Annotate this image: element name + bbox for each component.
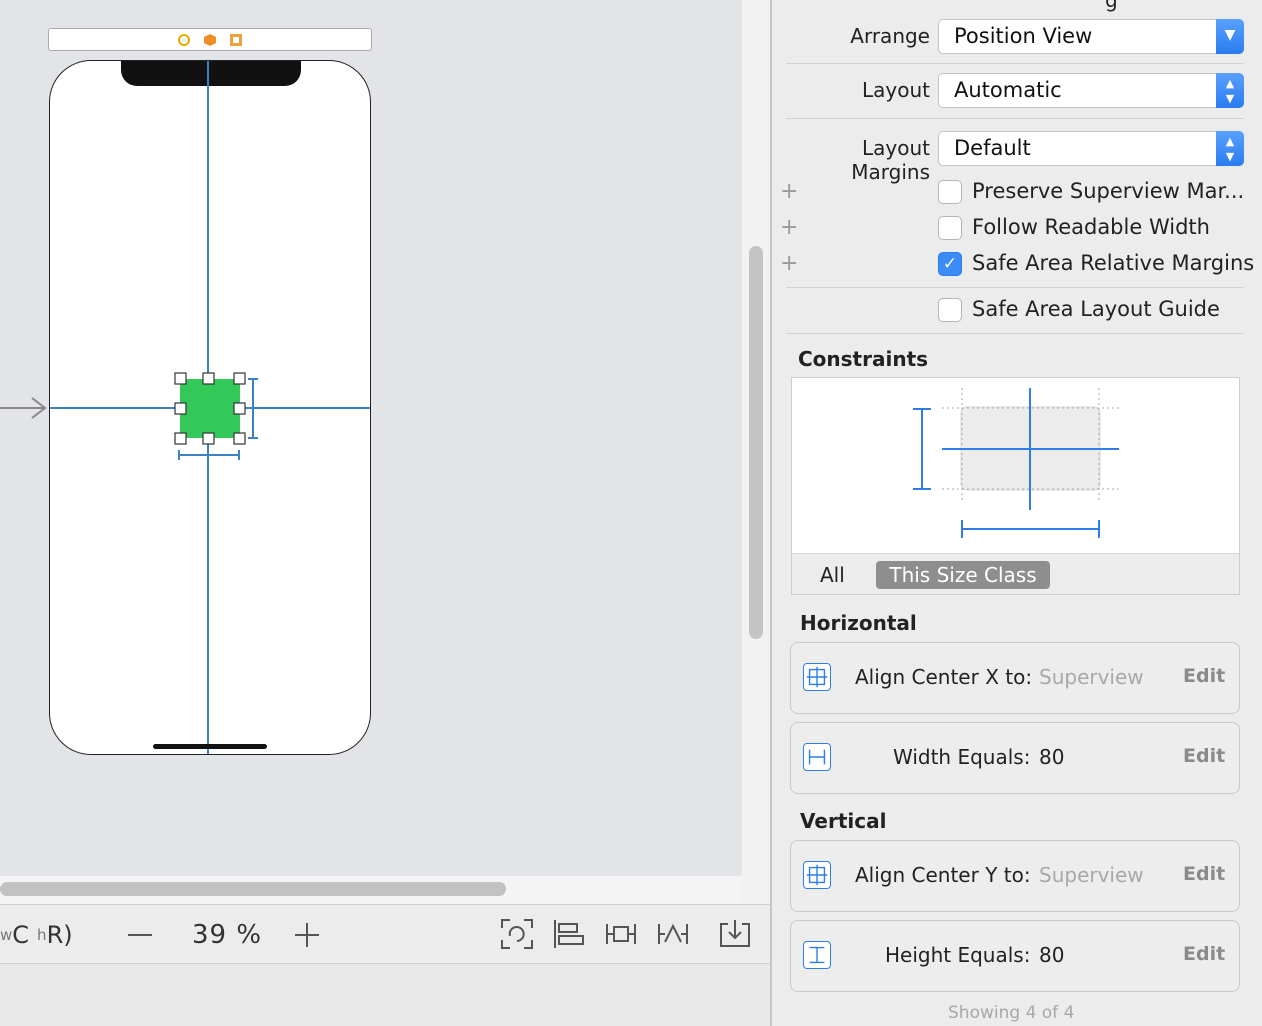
scene-dock[interactable] — [48, 28, 372, 51]
follow-readable-width-checkbox[interactable] — [938, 216, 962, 240]
constraints-count: Showing 4 of 4 — [948, 1003, 1075, 1023]
separator — [786, 287, 1244, 288]
layout-margins-popup[interactable]: Default ▲ ▼ — [938, 131, 1244, 166]
constraint-card-center-x[interactable]: Align Center X to: Superview Edit — [790, 642, 1240, 714]
layout-label: Layout — [862, 78, 930, 102]
constraint-label: Align Center X to: — [855, 665, 1033, 689]
edit-button[interactable]: Edit — [1183, 943, 1225, 965]
debug-area-placeholder — [0, 964, 770, 1026]
entry-point-arrow-icon — [0, 397, 47, 419]
add-constraints-icon[interactable] — [604, 918, 638, 950]
device-config-button[interactable]: w C h R) — [0, 915, 73, 955]
constraints-title: Constraints — [798, 347, 929, 371]
canvas-bottom-toolbar — [0, 904, 770, 964]
arrange-value: Position View — [954, 24, 1093, 48]
width-icon — [803, 743, 831, 771]
constraint-card-center-y[interactable]: Align Center Y to: Superview Edit — [790, 840, 1240, 912]
safe-area-layout-guide-label: Safe Area Layout Guide — [972, 297, 1220, 321]
preserve-superview-margins-checkbox[interactable] — [938, 180, 962, 204]
add-variation-plus-icon[interactable]: + — [780, 215, 798, 240]
plus-icon — [295, 923, 319, 947]
size-class-w: w — [0, 926, 13, 944]
follow-readable-width-label: Follow Readable Width — [972, 215, 1210, 239]
tab-all[interactable]: All — [820, 561, 845, 589]
add-variation-plus-icon[interactable]: + — [780, 251, 798, 276]
view-controller-icon[interactable] — [177, 33, 191, 47]
chevron-down-icon: ▼ — [1216, 19, 1244, 54]
center-x-icon — [803, 663, 831, 691]
safe-area-layout-guide-checkbox[interactable] — [938, 298, 962, 322]
exit-icon[interactable] — [229, 33, 243, 47]
embed-in-icon[interactable] — [718, 918, 752, 950]
minus-icon — [128, 934, 152, 936]
safe-area-relative-margins-label: Safe Area Relative Margins — [972, 251, 1255, 275]
selected-green-view[interactable] — [180, 379, 240, 438]
refresh-layout-icon[interactable] — [500, 918, 534, 950]
zoom-in-button[interactable] — [293, 915, 321, 955]
add-variation-plus-icon[interactable]: + — [780, 179, 798, 204]
vertical-scrollbar[interactable] — [749, 246, 763, 639]
constraint-value: Superview — [1039, 863, 1144, 887]
arrange-label: Arrange — [850, 24, 930, 48]
size-class-r: R) — [46, 921, 73, 949]
iphone-scene-frame[interactable] — [49, 60, 371, 755]
zoom-out-button[interactable] — [126, 915, 154, 955]
layout-margins-value: Default — [954, 136, 1031, 160]
constraint-value: 80 — [1039, 745, 1065, 769]
constraint-label: Height Equals: — [885, 943, 1031, 967]
layout-margins-label: Layout Margins — [851, 136, 930, 184]
vertical-title: Vertical — [800, 809, 887, 833]
layout-popup[interactable]: Automatic ▲ ▼ — [938, 73, 1244, 108]
stepper-arrows-icon: ▲ ▼ — [1216, 131, 1244, 166]
zoom-level: 39 % — [192, 920, 263, 950]
edit-button[interactable]: Edit — [1183, 745, 1225, 767]
separator — [786, 118, 1244, 119]
resolve-issues-icon[interactable] — [656, 918, 690, 950]
layout-value: Automatic — [954, 78, 1062, 102]
cut-off-heading: g — [1105, 0, 1118, 12]
center-y-icon — [803, 861, 831, 889]
layout-guides — [50, 61, 370, 754]
home-indicator — [153, 744, 267, 749]
height-icon — [803, 941, 831, 969]
constraint-label: Align Center Y to: — [855, 863, 1031, 887]
align-icon[interactable] — [552, 918, 586, 950]
tab-this-size-class[interactable]: This Size Class — [876, 561, 1050, 589]
constraint-value: 80 — [1039, 943, 1065, 967]
size-class-c: C — [12, 921, 30, 949]
edit-button[interactable]: Edit — [1183, 665, 1225, 687]
constraint-label: Width Equals: — [893, 745, 1031, 769]
safe-area-relative-margins-checkbox[interactable]: ✓ — [938, 252, 962, 276]
horizontal-title: Horizontal — [800, 611, 917, 635]
edit-button[interactable]: Edit — [1183, 863, 1225, 885]
stepper-arrows-icon: ▲ ▼ — [1216, 73, 1244, 108]
horizontal-scrollbar[interactable] — [0, 882, 506, 896]
size-class-h: h — [37, 926, 47, 944]
constraint-card-width[interactable]: Width Equals: 80 Edit — [790, 722, 1240, 794]
separator — [786, 333, 1244, 334]
constraint-card-height[interactable]: Height Equals: 80 Edit — [790, 920, 1240, 992]
constraint-value: Superview — [1039, 665, 1144, 689]
constraints-preview — [913, 388, 1122, 538]
separator — [786, 63, 1244, 64]
first-responder-icon[interactable] — [203, 33, 217, 47]
arrange-popup[interactable]: Position View ▼ — [938, 19, 1244, 54]
preserve-superview-margins-label: Preserve Superview Mar... — [972, 179, 1245, 203]
